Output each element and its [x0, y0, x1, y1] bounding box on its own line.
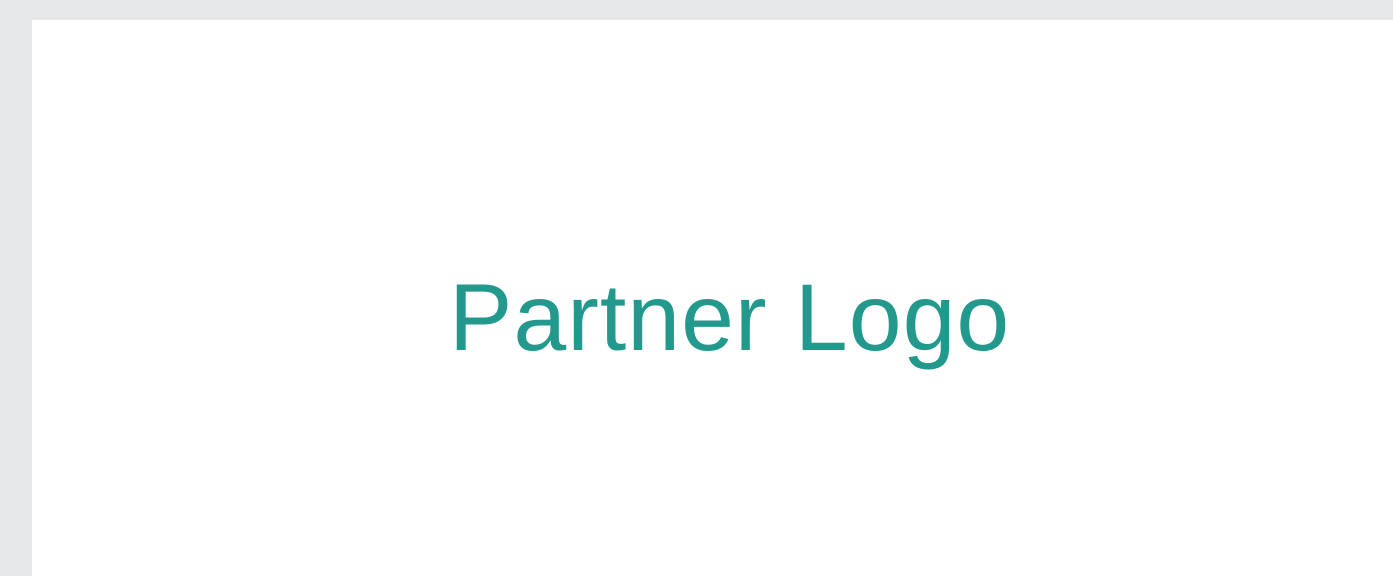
logo-card: Partner Logo	[32, 20, 1393, 576]
page-background: Partner Logo	[0, 0, 1393, 576]
partner-logo-text: Partner Logo	[449, 265, 1011, 371]
